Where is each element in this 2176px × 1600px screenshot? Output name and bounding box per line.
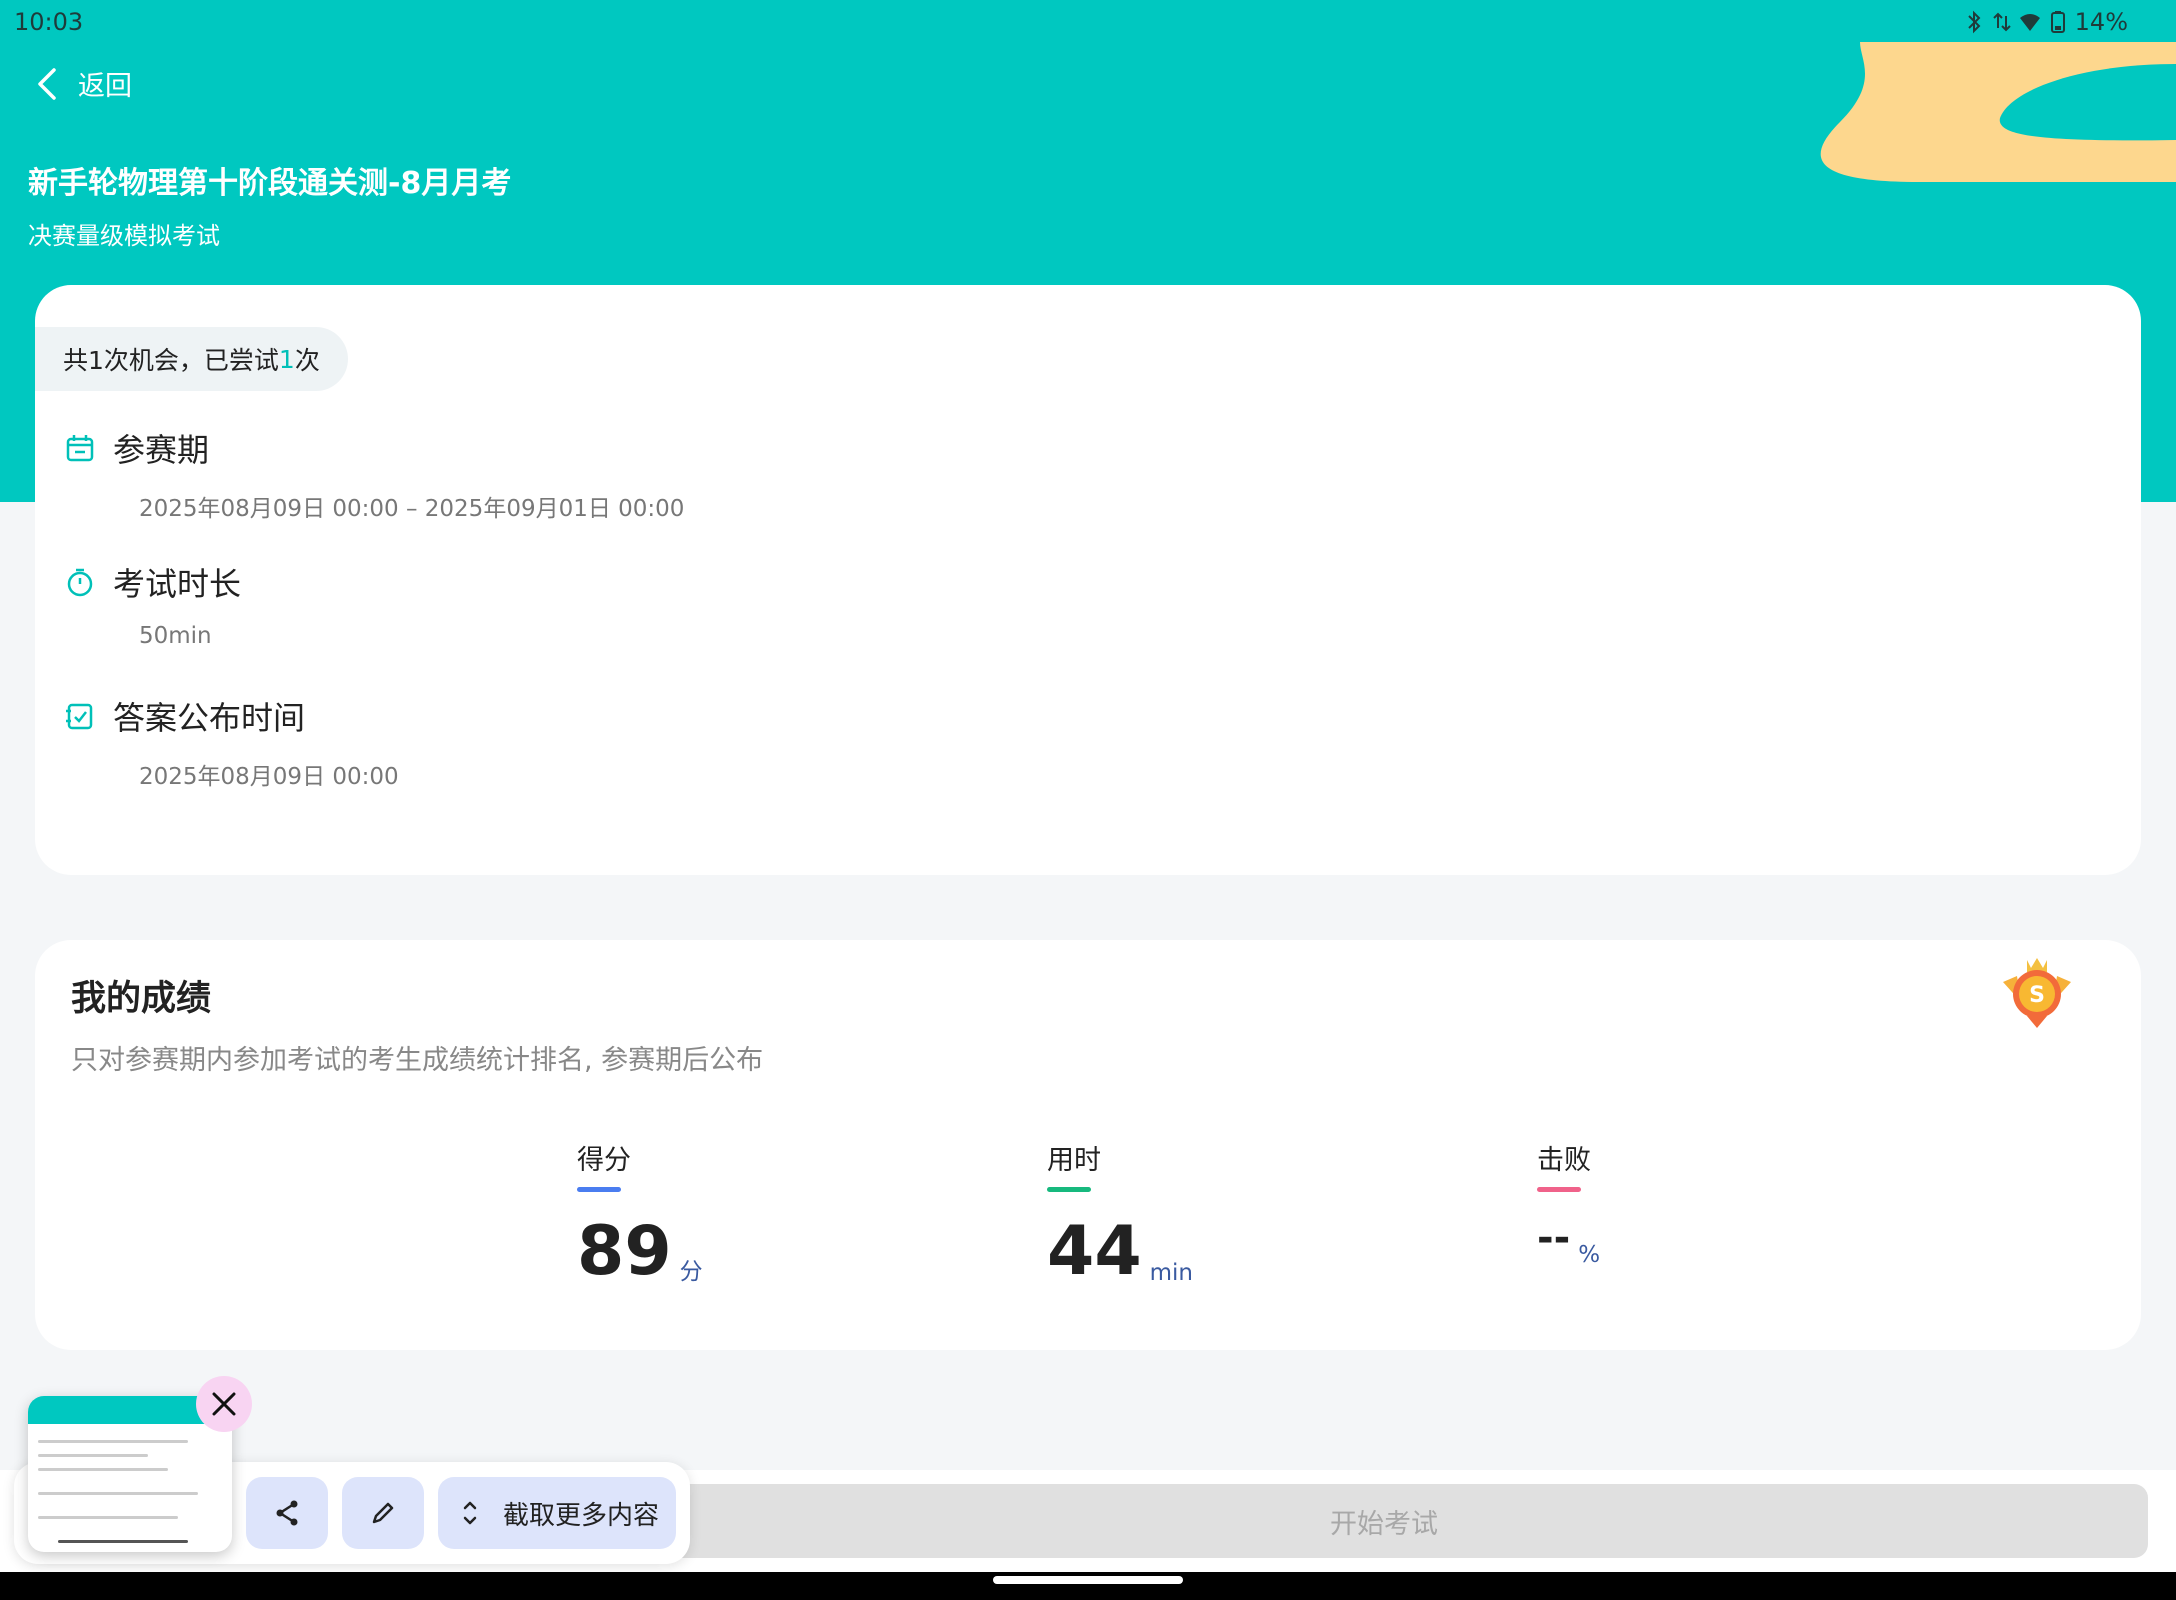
attempts-count: 1 bbox=[278, 344, 295, 374]
stat-label-score: 得分 bbox=[577, 1145, 631, 1176]
stat-score: 得分 89 分 bbox=[577, 1138, 703, 1286]
stat-label-time: 用时 bbox=[1047, 1145, 1101, 1176]
info-row-answer-time: 答案公布时间 2025年08月09日 00:00 bbox=[65, 693, 399, 791]
stat-bar-score bbox=[577, 1187, 621, 1192]
share-icon bbox=[276, 1500, 298, 1526]
battery-percent: 14% bbox=[2074, 8, 2128, 36]
bluetooth-icon bbox=[1967, 10, 1981, 34]
stat-label-beat: 击败 bbox=[1537, 1145, 1591, 1176]
edit-button[interactable] bbox=[342, 1477, 424, 1549]
info-value-period: 2025年08月09日 00:00 – 2025年09月01日 00:00 bbox=[139, 496, 685, 522]
info-label-period: 参赛期 bbox=[113, 431, 210, 469]
info-row-period: 参赛期 2025年08月09日 00:00 – 2025年09月01日 00:0… bbox=[65, 425, 684, 523]
stat-unit-time: min bbox=[1149, 1260, 1194, 1286]
expand-vertical-icon bbox=[463, 1501, 477, 1525]
svg-text:S: S bbox=[2029, 983, 2045, 1008]
exam-subtitle: 决赛量级模拟考试 bbox=[28, 222, 220, 250]
score-title: 我的成绩 bbox=[71, 979, 212, 1019]
stat-bar-time bbox=[1047, 1187, 1091, 1192]
stat-value-beat: -- bbox=[1537, 1215, 1571, 1261]
medal-icon: S bbox=[2003, 958, 2071, 1028]
status-bar: 10:03 14% bbox=[0, 0, 2176, 44]
back-button[interactable]: 返回 bbox=[34, 64, 132, 103]
attempts-badge: 共1次机会，已尝试 1 次 bbox=[35, 327, 348, 391]
stat-unit-beat: % bbox=[1578, 1242, 1601, 1268]
wifi-icon bbox=[2019, 14, 2040, 31]
attempts-suffix: 次 bbox=[294, 346, 320, 375]
close-screenshot-button[interactable] bbox=[196, 1376, 252, 1432]
data-arrows-icon bbox=[1992, 12, 2011, 32]
chevron-left-icon bbox=[38, 67, 56, 100]
info-value-answer-time: 2025年08月09日 00:00 bbox=[139, 764, 399, 790]
calendar-icon bbox=[66, 435, 94, 462]
share-button[interactable] bbox=[246, 1477, 328, 1549]
home-gesture-handle[interactable] bbox=[993, 1576, 1183, 1584]
stat-bar-beat bbox=[1537, 1187, 1581, 1192]
info-label-duration: 考试时长 bbox=[113, 565, 242, 603]
stat-time: 用时 44 min bbox=[1047, 1138, 1193, 1286]
capture-more-label: 截取更多内容 bbox=[502, 1500, 659, 1531]
score-note: 只对参赛期内参加考试的考生成绩统计排名, 参赛期后公布 bbox=[71, 1045, 764, 1076]
stat-value-time: 44 bbox=[1047, 1212, 1142, 1291]
stat-unit-score: 分 bbox=[679, 1259, 703, 1285]
start-exam-button[interactable]: 开始考试 bbox=[620, 1484, 2148, 1558]
stat-value-score: 89 bbox=[577, 1212, 672, 1291]
info-label-answer-time: 答案公布时间 bbox=[113, 699, 306, 737]
attempts-prefix: 共1次机会，已尝试 bbox=[63, 346, 279, 375]
stopwatch-icon bbox=[67, 568, 93, 597]
info-row-duration: 考试时长 50min bbox=[65, 559, 241, 649]
stat-beat: 击败 -- % bbox=[1537, 1138, 1600, 1268]
pencil-icon bbox=[372, 1502, 394, 1524]
exam-title: 新手轮物理第十阶段通关测-8月月考 bbox=[28, 166, 512, 201]
info-value-duration: 50min bbox=[139, 623, 212, 649]
status-time: 10:03 bbox=[14, 8, 84, 36]
back-label: 返回 bbox=[78, 71, 132, 102]
close-icon bbox=[212, 1392, 236, 1416]
my-score-card: 我的成绩 只对参赛期内参加考试的考生成绩统计排名, 参赛期后公布 S 得分 89… bbox=[35, 940, 2141, 1350]
battery-icon bbox=[2050, 11, 2065, 33]
status-icons: 14% bbox=[1963, 8, 2128, 36]
checklist-icon bbox=[66, 703, 93, 730]
capture-more-button[interactable]: 截取更多内容 bbox=[438, 1477, 676, 1549]
exam-info-card: 共1次机会，已尝试 1 次 参赛期 2025年08月09日 00:00 – 2025… bbox=[35, 285, 2141, 875]
